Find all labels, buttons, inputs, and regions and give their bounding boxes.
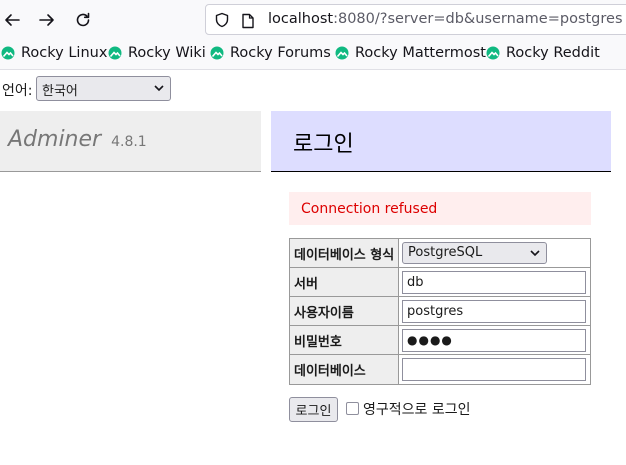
- server-label: 서버: [290, 268, 399, 296]
- adminer-logo[interactable]: Adminer 4.8.1: [8, 127, 147, 152]
- url-host: localhost: [268, 11, 334, 27]
- login-header: 로그인: [271, 111, 611, 172]
- username-label: 사용자이름: [290, 297, 399, 325]
- url-path: :8080/?server=db&username=postgres: [333, 11, 623, 27]
- username-cell: postgres: [399, 297, 590, 325]
- site-info-icon[interactable]: [214, 12, 230, 28]
- rocky-logo-icon: [1, 46, 15, 60]
- reload-icon: [76, 12, 90, 27]
- bookmark-rocky-reddit[interactable]: Rocky Reddit: [486, 45, 600, 61]
- rocky-logo-icon: [210, 46, 224, 60]
- form-row-database: 데이터베이스: [290, 355, 590, 384]
- rocky-logo-icon: [486, 46, 500, 60]
- reload-button[interactable]: [71, 8, 95, 32]
- error-message: Connection refused: [289, 192, 591, 225]
- arrow-right-icon: [39, 14, 54, 26]
- bookmark-label: Rocky Linux: [21, 45, 108, 61]
- url-bar[interactable]: localhost:8080/?server=db&username=postg…: [205, 4, 626, 35]
- bookmark-label: Rocky Wiki: [128, 45, 206, 61]
- database-label: 데이터베이스: [290, 355, 399, 384]
- system-selected: PostgreSQL: [408, 245, 483, 260]
- chevron-down-icon: [154, 85, 164, 92]
- page-title: 로그인: [293, 132, 354, 157]
- language-select[interactable]: 한국어: [36, 76, 171, 101]
- server-input[interactable]: db: [402, 271, 586, 294]
- language-label: 언어:: [2, 83, 33, 99]
- url-text[interactable]: localhost:8080/?server=db&username=postg…: [268, 11, 623, 27]
- bookmark-rocky-forums[interactable]: Rocky Forums: [210, 45, 331, 61]
- adminer-name: Adminer: [8, 127, 102, 152]
- bookmark-rocky-linux[interactable]: Rocky Linux: [1, 45, 107, 61]
- adminer-header: Adminer 4.8.1: [0, 111, 261, 172]
- browser-toolbar: localhost:8080/?server=db&username=postg…: [0, 0, 626, 40]
- system-label: 데이터베이스 형식: [290, 239, 399, 267]
- password-input[interactable]: ●●●●: [402, 329, 586, 352]
- arrow-left-icon: [5, 14, 20, 26]
- bookmark-label: Rocky Mattermost: [355, 45, 486, 61]
- bookmark-label: Rocky Forums: [230, 45, 331, 61]
- form-row-server: 서버 db: [290, 268, 590, 297]
- adminer-version: 4.8.1: [111, 134, 147, 150]
- form-row-system: 데이터베이스 형식 PostgreSQL: [290, 239, 590, 268]
- login-button[interactable]: 로그인: [289, 397, 338, 422]
- bookmarks-bar: Rocky Linux Rocky Wiki Rocky Forums Rock…: [0, 40, 626, 70]
- rocky-logo-icon: [108, 46, 122, 60]
- bookmark-label: Rocky Reddit: [506, 45, 600, 61]
- bookmark-rocky-wiki[interactable]: Rocky Wiki: [108, 45, 206, 61]
- password-cell: ●●●●: [399, 326, 590, 354]
- forward-button[interactable]: [35, 8, 59, 32]
- database-input[interactable]: [402, 358, 586, 381]
- permanent-login-label[interactable]: 영구적으로 로그인: [363, 399, 471, 419]
- language-selected: 한국어: [42, 84, 78, 99]
- database-cell: [399, 355, 590, 384]
- rocky-logo-icon: [335, 46, 349, 60]
- login-form: 데이터베이스 형식 PostgreSQL 서버 db 사용자이름 postgre…: [289, 238, 591, 385]
- password-label: 비밀번호: [290, 326, 399, 354]
- back-button[interactable]: [0, 8, 24, 32]
- bookmark-rocky-mattermost[interactable]: Rocky Mattermost: [335, 45, 486, 61]
- server-cell: db: [399, 268, 590, 296]
- chevron-down-icon: [530, 250, 540, 257]
- page-icon: [242, 13, 254, 29]
- system-select[interactable]: PostgreSQL: [402, 242, 547, 264]
- error-text: Connection refused: [301, 201, 438, 217]
- permanent-login-checkbox[interactable]: [346, 402, 359, 415]
- form-row-password: 비밀번호 ●●●●: [290, 326, 590, 355]
- form-row-username: 사용자이름 postgres: [290, 297, 590, 326]
- username-input[interactable]: postgres: [402, 300, 586, 323]
- system-cell: PostgreSQL: [399, 239, 590, 267]
